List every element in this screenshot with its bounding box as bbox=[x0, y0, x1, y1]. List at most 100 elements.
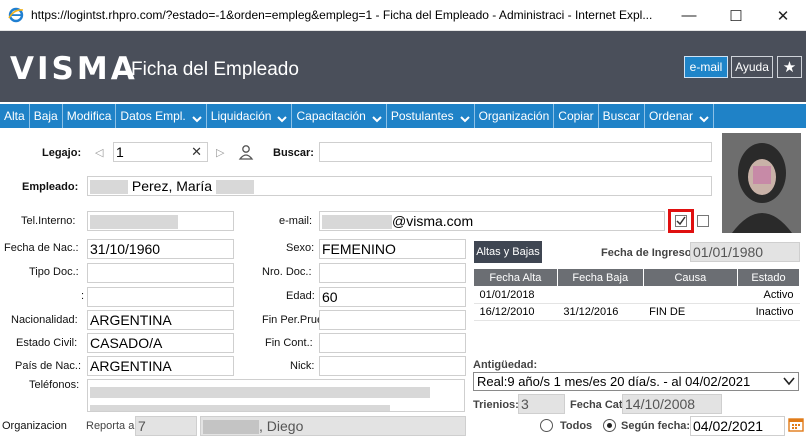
telinterno-input[interactable] bbox=[87, 211, 234, 231]
chevron-down-icon bbox=[192, 116, 202, 123]
help-button[interactable]: Ayuda bbox=[731, 56, 773, 78]
nick-label: Nick: bbox=[290, 360, 315, 372]
tipodoc-label: Tipo Doc.: bbox=[29, 266, 79, 278]
person-search-icon[interactable] bbox=[238, 144, 254, 160]
col-fecha-baja: Fecha Baja bbox=[556, 268, 644, 287]
paisnac-input[interactable]: ARGENTINA bbox=[87, 356, 234, 376]
prev-arrow-icon[interactable]: ◁ bbox=[95, 146, 103, 159]
menu-buscar[interactable]: Buscar bbox=[599, 104, 646, 128]
estadocivil-input[interactable]: CASADO/A bbox=[87, 333, 234, 353]
fechanac-label: Fecha de Nac.: bbox=[4, 242, 79, 254]
email-label: e-mail: bbox=[279, 215, 313, 227]
menu-capacitacion[interactable]: Capacitación bbox=[292, 104, 387, 128]
second-checkbox[interactable] bbox=[697, 215, 709, 227]
finprueba-input[interactable] bbox=[319, 310, 466, 330]
fincont-label: Fin Cont.: bbox=[265, 337, 313, 349]
telinterno-label: Tel.Interno: bbox=[21, 215, 76, 227]
paisnac-label: País de Nac.: bbox=[15, 360, 82, 372]
internet-explorer-icon bbox=[8, 7, 24, 23]
segun-fecha-radio[interactable] bbox=[603, 419, 616, 432]
empleado-field[interactable]: Perez, María bbox=[87, 176, 712, 196]
menu-datos-empl[interactable]: Datos Empl. bbox=[116, 104, 207, 128]
altas-bajas-button[interactable]: Altas y Bajas bbox=[474, 241, 542, 263]
menu-baja[interactable]: Baja bbox=[30, 104, 63, 128]
minimize-button[interactable]: — bbox=[666, 0, 712, 31]
reporta-code-field: 7 bbox=[135, 416, 197, 436]
chevron-down-icon bbox=[277, 116, 288, 123]
nacionalidad-input[interactable]: ARGENTINA bbox=[87, 310, 234, 330]
nrodoc-label: Nro. Doc.: bbox=[262, 266, 312, 278]
legajo-input[interactable]: 1 ✕ bbox=[113, 142, 208, 162]
calendar-icon[interactable] bbox=[788, 416, 804, 432]
todos-label: Todos bbox=[560, 420, 593, 432]
fecha-ingreso-label: Fecha de Ingreso: bbox=[601, 247, 696, 259]
menu-modifica[interactable]: Modifica bbox=[63, 104, 117, 128]
telefonos-textarea[interactable] bbox=[87, 379, 465, 412]
menu-copiar[interactable]: Copiar bbox=[554, 104, 599, 128]
nick-input[interactable] bbox=[319, 356, 466, 376]
antiguedad-label: Antigüedad: bbox=[473, 359, 538, 371]
edad-label: Edad: bbox=[286, 290, 315, 302]
nacionalidad-label: Nacionalidad: bbox=[11, 314, 78, 326]
fechacat-field: 14/10/2008 bbox=[622, 394, 722, 414]
favorite-star-icon[interactable]: ★ bbox=[777, 56, 802, 78]
col-causa: Causa bbox=[642, 268, 739, 287]
telefonos-label: Teléfonos: bbox=[29, 379, 80, 391]
chevron-down-icon bbox=[459, 116, 470, 123]
close-window-button[interactable]: ✕ bbox=[760, 0, 806, 31]
window-titlebar: https://logintst.rhpro.com/?estado=-1&or… bbox=[0, 0, 806, 31]
trienios-field: 3 bbox=[518, 394, 565, 414]
reporta-name-field: , Diego bbox=[200, 416, 466, 436]
tipodoc-input[interactable] bbox=[87, 263, 234, 283]
menu-liquidacion[interactable]: Liquidación bbox=[207, 104, 293, 128]
app-header: VISMA Ficha del Empleado e-mail Ayuda ★ bbox=[0, 31, 806, 102]
menu-ordenar[interactable]: Ordenar bbox=[645, 104, 715, 128]
sexo-label: Sexo: bbox=[286, 242, 315, 254]
buscar-input[interactable] bbox=[319, 142, 712, 162]
fechacat-label: Fecha Cat: bbox=[570, 399, 627, 411]
menu-postulantes[interactable]: Postulantes bbox=[387, 104, 475, 128]
next-arrow-icon[interactable]: ▷ bbox=[216, 146, 224, 159]
email-checkbox[interactable] bbox=[675, 215, 687, 227]
segun-fecha-input[interactable]: 04/02/2021 bbox=[690, 416, 785, 436]
col-estado: Estado bbox=[737, 268, 800, 287]
altas-bajas-table: Fecha Alta Fecha Baja Causa Estado 01/01… bbox=[473, 268, 800, 321]
antiguedad-select[interactable]: Real:9 año/s 1 mes/es 20 día/s. - al 04/… bbox=[473, 372, 799, 391]
empleado-label: Empleado: bbox=[22, 181, 79, 193]
sexo-input[interactable]: FEMENINO bbox=[319, 239, 466, 259]
maximize-button[interactable]: ☐ bbox=[713, 0, 759, 31]
menu-alta[interactable]: Alta bbox=[0, 104, 30, 128]
menu-organizacion[interactable]: Organización bbox=[475, 104, 555, 128]
window-title: https://logintst.rhpro.com/?estado=-1&or… bbox=[31, 8, 653, 22]
chevron-down-icon bbox=[699, 116, 709, 123]
clear-icon[interactable]: ✕ bbox=[191, 143, 202, 161]
unnamed-input[interactable] bbox=[87, 287, 234, 307]
portrait-image bbox=[722, 133, 801, 233]
table-row[interactable]: 01/01/2018 Activo bbox=[473, 286, 800, 304]
reporta-label: Reporta a: bbox=[86, 420, 138, 432]
fecha-ingreso-field: 01/01/1980 bbox=[690, 242, 800, 262]
legajo-label: Legajo: bbox=[42, 147, 82, 159]
employee-photo bbox=[722, 133, 801, 233]
todos-radio[interactable] bbox=[540, 419, 553, 432]
unnamed-label: : bbox=[81, 290, 85, 302]
table-row[interactable]: 16/12/2010 31/12/2016 FIN DE Inactivo bbox=[473, 303, 800, 321]
nrodoc-input[interactable] bbox=[319, 263, 466, 283]
check-icon bbox=[676, 216, 686, 226]
page-title: Ficha del Empleado bbox=[131, 59, 299, 80]
col-fecha-alta: Fecha Alta bbox=[473, 268, 558, 287]
fechanac-input[interactable]: 31/10/1960 bbox=[87, 239, 234, 259]
organizacion-label: Organizacion bbox=[2, 420, 67, 432]
chevron-down-icon bbox=[783, 377, 795, 386]
buscar-label: Buscar: bbox=[273, 147, 314, 159]
main-menu: Alta Baja Modifica Datos Empl. Liquidaci… bbox=[0, 104, 806, 128]
segun-fecha-label: Según fecha: bbox=[621, 420, 691, 432]
email-button[interactable]: e-mail bbox=[684, 56, 728, 78]
email-input[interactable]: @visma.com bbox=[319, 211, 665, 231]
fincont-input[interactable] bbox=[319, 333, 466, 353]
trienios-label: Trienios: bbox=[473, 399, 519, 411]
estadocivil-label: Estado Civil: bbox=[16, 337, 78, 349]
edad-input[interactable]: 60 bbox=[319, 287, 466, 307]
chevron-down-icon bbox=[372, 116, 382, 123]
visma-logo: VISMA bbox=[10, 51, 138, 87]
